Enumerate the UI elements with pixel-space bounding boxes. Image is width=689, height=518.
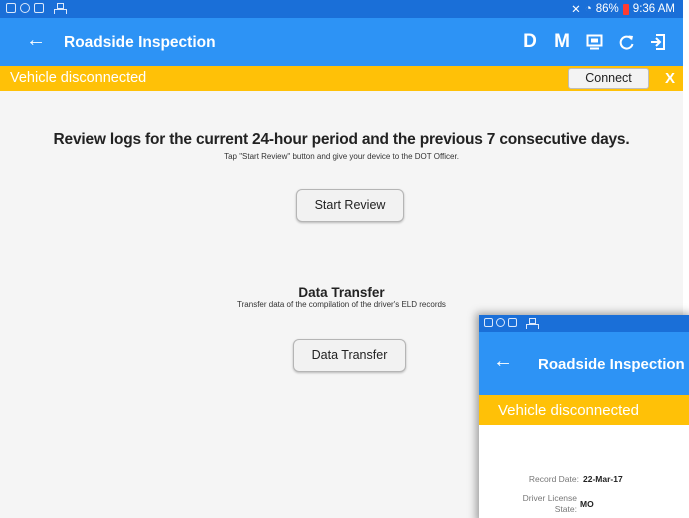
clock: 9:36 AM xyxy=(632,3,675,15)
overlay-status-bar xyxy=(479,315,689,332)
data-transfer-title: Data Transfer xyxy=(298,285,385,300)
status-bar: ✕ ◔ 86% 9:36 AM xyxy=(0,0,683,18)
network-icon xyxy=(54,3,67,14)
vehicle-status-banner: Vehicle disconnected Connect X xyxy=(0,66,683,91)
overlay-vehicle-banner: Vehicle disconnected xyxy=(479,395,689,425)
network-icon xyxy=(526,318,539,329)
license-state-value: MO xyxy=(580,499,594,509)
connect-button[interactable]: Connect xyxy=(568,68,649,89)
wifi-icon: ◔ xyxy=(584,3,592,15)
message-icon xyxy=(508,318,517,327)
review-subtitle: Tap "Start Review" button and give your … xyxy=(224,152,459,161)
notification-icon xyxy=(6,3,16,13)
app-bar: ← Roadside Inspection D M xyxy=(0,18,683,66)
notification-icon xyxy=(484,318,493,327)
license-state-label-line1: Driver License xyxy=(522,493,577,503)
page-title: Roadside Inspection xyxy=(64,34,216,51)
back-arrow-icon[interactable]: ← xyxy=(493,350,513,373)
back-arrow-icon[interactable]: ← xyxy=(26,29,46,52)
messages-m-button[interactable]: M xyxy=(547,26,577,58)
battery-icon xyxy=(622,3,629,15)
data-transfer-button[interactable]: Data Transfer xyxy=(293,339,406,372)
refresh-icon[interactable] xyxy=(611,26,641,58)
overlay-banner-text: Vehicle disconnected xyxy=(498,402,639,419)
overlay-page-title: Roadside Inspection xyxy=(538,356,685,373)
overlay-app-bar: ← Roadside Inspection xyxy=(479,332,689,395)
banner-text: Vehicle disconnected xyxy=(10,70,147,86)
dashboard-icon[interactable] xyxy=(579,26,609,58)
driver-d-button[interactable]: D xyxy=(515,26,545,58)
data-transfer-subtitle: Transfer data of the compilation of the … xyxy=(237,300,446,309)
message-icon xyxy=(34,3,44,13)
start-review-button[interactable]: Start Review xyxy=(296,189,404,222)
license-state-label-line2: State: xyxy=(554,504,577,514)
bluetooth-icon: ✕ xyxy=(571,4,581,16)
battery-percent: 86% xyxy=(595,3,619,15)
review-title: Review logs for the current 24-hour peri… xyxy=(53,131,630,148)
record-date-value: 22-Mar-17 xyxy=(583,474,623,484)
record-date-label: Record Date: xyxy=(528,474,579,484)
logout-icon[interactable] xyxy=(643,26,673,58)
alarm-icon xyxy=(496,318,505,327)
alarm-icon xyxy=(20,3,30,13)
close-banner-button[interactable]: X xyxy=(665,70,675,87)
overlay-screenshot: ← Roadside Inspection Vehicle disconnect… xyxy=(479,315,689,518)
